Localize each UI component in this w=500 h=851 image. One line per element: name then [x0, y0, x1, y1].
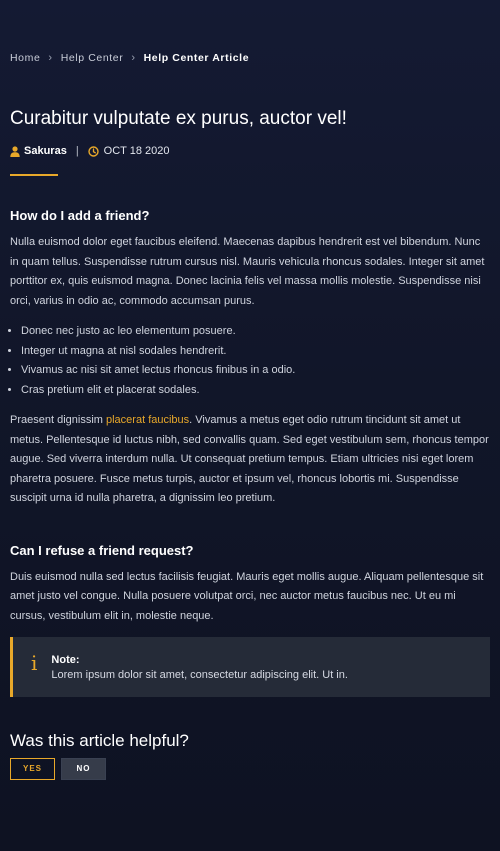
inline-link[interactable]: placerat faucibus: [106, 414, 189, 426]
article-page: Home › Help Center › Help Center Article…: [0, 0, 500, 851]
note-label: Note:: [51, 654, 80, 666]
title-underline: [10, 174, 58, 176]
breadcrumb-home[interactable]: Home: [10, 52, 40, 64]
paragraph-text: . Vivamus a metus eget odio rutrum tinci…: [10, 414, 489, 504]
chevron-right-icon: ›: [48, 52, 53, 64]
chevron-right-icon: ›: [131, 52, 136, 64]
meta-divider: |: [75, 145, 79, 157]
section-paragraph: Nulla euismod dolor eget faucibus eleife…: [10, 236, 485, 307]
note-text: Lorem ipsum dolor sit amet, consectetur …: [51, 669, 348, 681]
user-icon: [10, 145, 20, 157]
helpful-buttons: YES NO: [10, 758, 490, 780]
article-title: Curabitur vulputate ex purus, auctor vel…: [10, 108, 347, 129]
list-item: Vivamus ac nisi sit amet lectus rhoncus …: [21, 361, 490, 381]
section-heading: Can I refuse a friend request?: [10, 542, 194, 558]
breadcrumb: Home › Help Center › Help Center Article: [10, 52, 249, 64]
breadcrumb-current: Help Center Article: [143, 52, 250, 64]
yes-button[interactable]: YES: [10, 758, 55, 780]
helpful-title: Was this article helpful?: [10, 731, 189, 750]
section-paragraph: Duis euismod nulla sed lectus facilisis …: [10, 570, 484, 622]
list-item: Cras pretium elit et placerat sodales.: [21, 381, 490, 401]
article-date: OCT 18 2020: [103, 145, 170, 157]
list-item: Donec nec justo ac leo elementum posuere…: [21, 322, 490, 342]
section-paragraph-2: Praesent dignissim placerat faucibus. Vi…: [10, 411, 490, 509]
breadcrumb-help-center[interactable]: Help Center: [61, 52, 124, 64]
bullet-list: Donec nec justo ac leo elementum posuere…: [10, 322, 490, 400]
article-author[interactable]: Sakuras: [24, 145, 67, 157]
article-meta: Sakuras | OCT 18 2020: [10, 145, 170, 157]
clock-icon: [87, 145, 99, 157]
paragraph-text: Praesent dignissim: [10, 414, 106, 426]
section-heading: How do I add a friend?: [10, 208, 150, 223]
info-icon: i: [31, 651, 38, 675]
note-box: i Note: Lorem ipsum dolor sit amet, cons…: [10, 637, 490, 697]
article-body: How do I add a friend? Nulla euismod dol…: [10, 208, 490, 780]
list-item: Integer ut magna at nisl sodales hendrer…: [21, 342, 490, 362]
note-content: Note: Lorem ipsum dolor sit amet, consec…: [51, 653, 348, 683]
no-button[interactable]: NO: [61, 758, 106, 780]
